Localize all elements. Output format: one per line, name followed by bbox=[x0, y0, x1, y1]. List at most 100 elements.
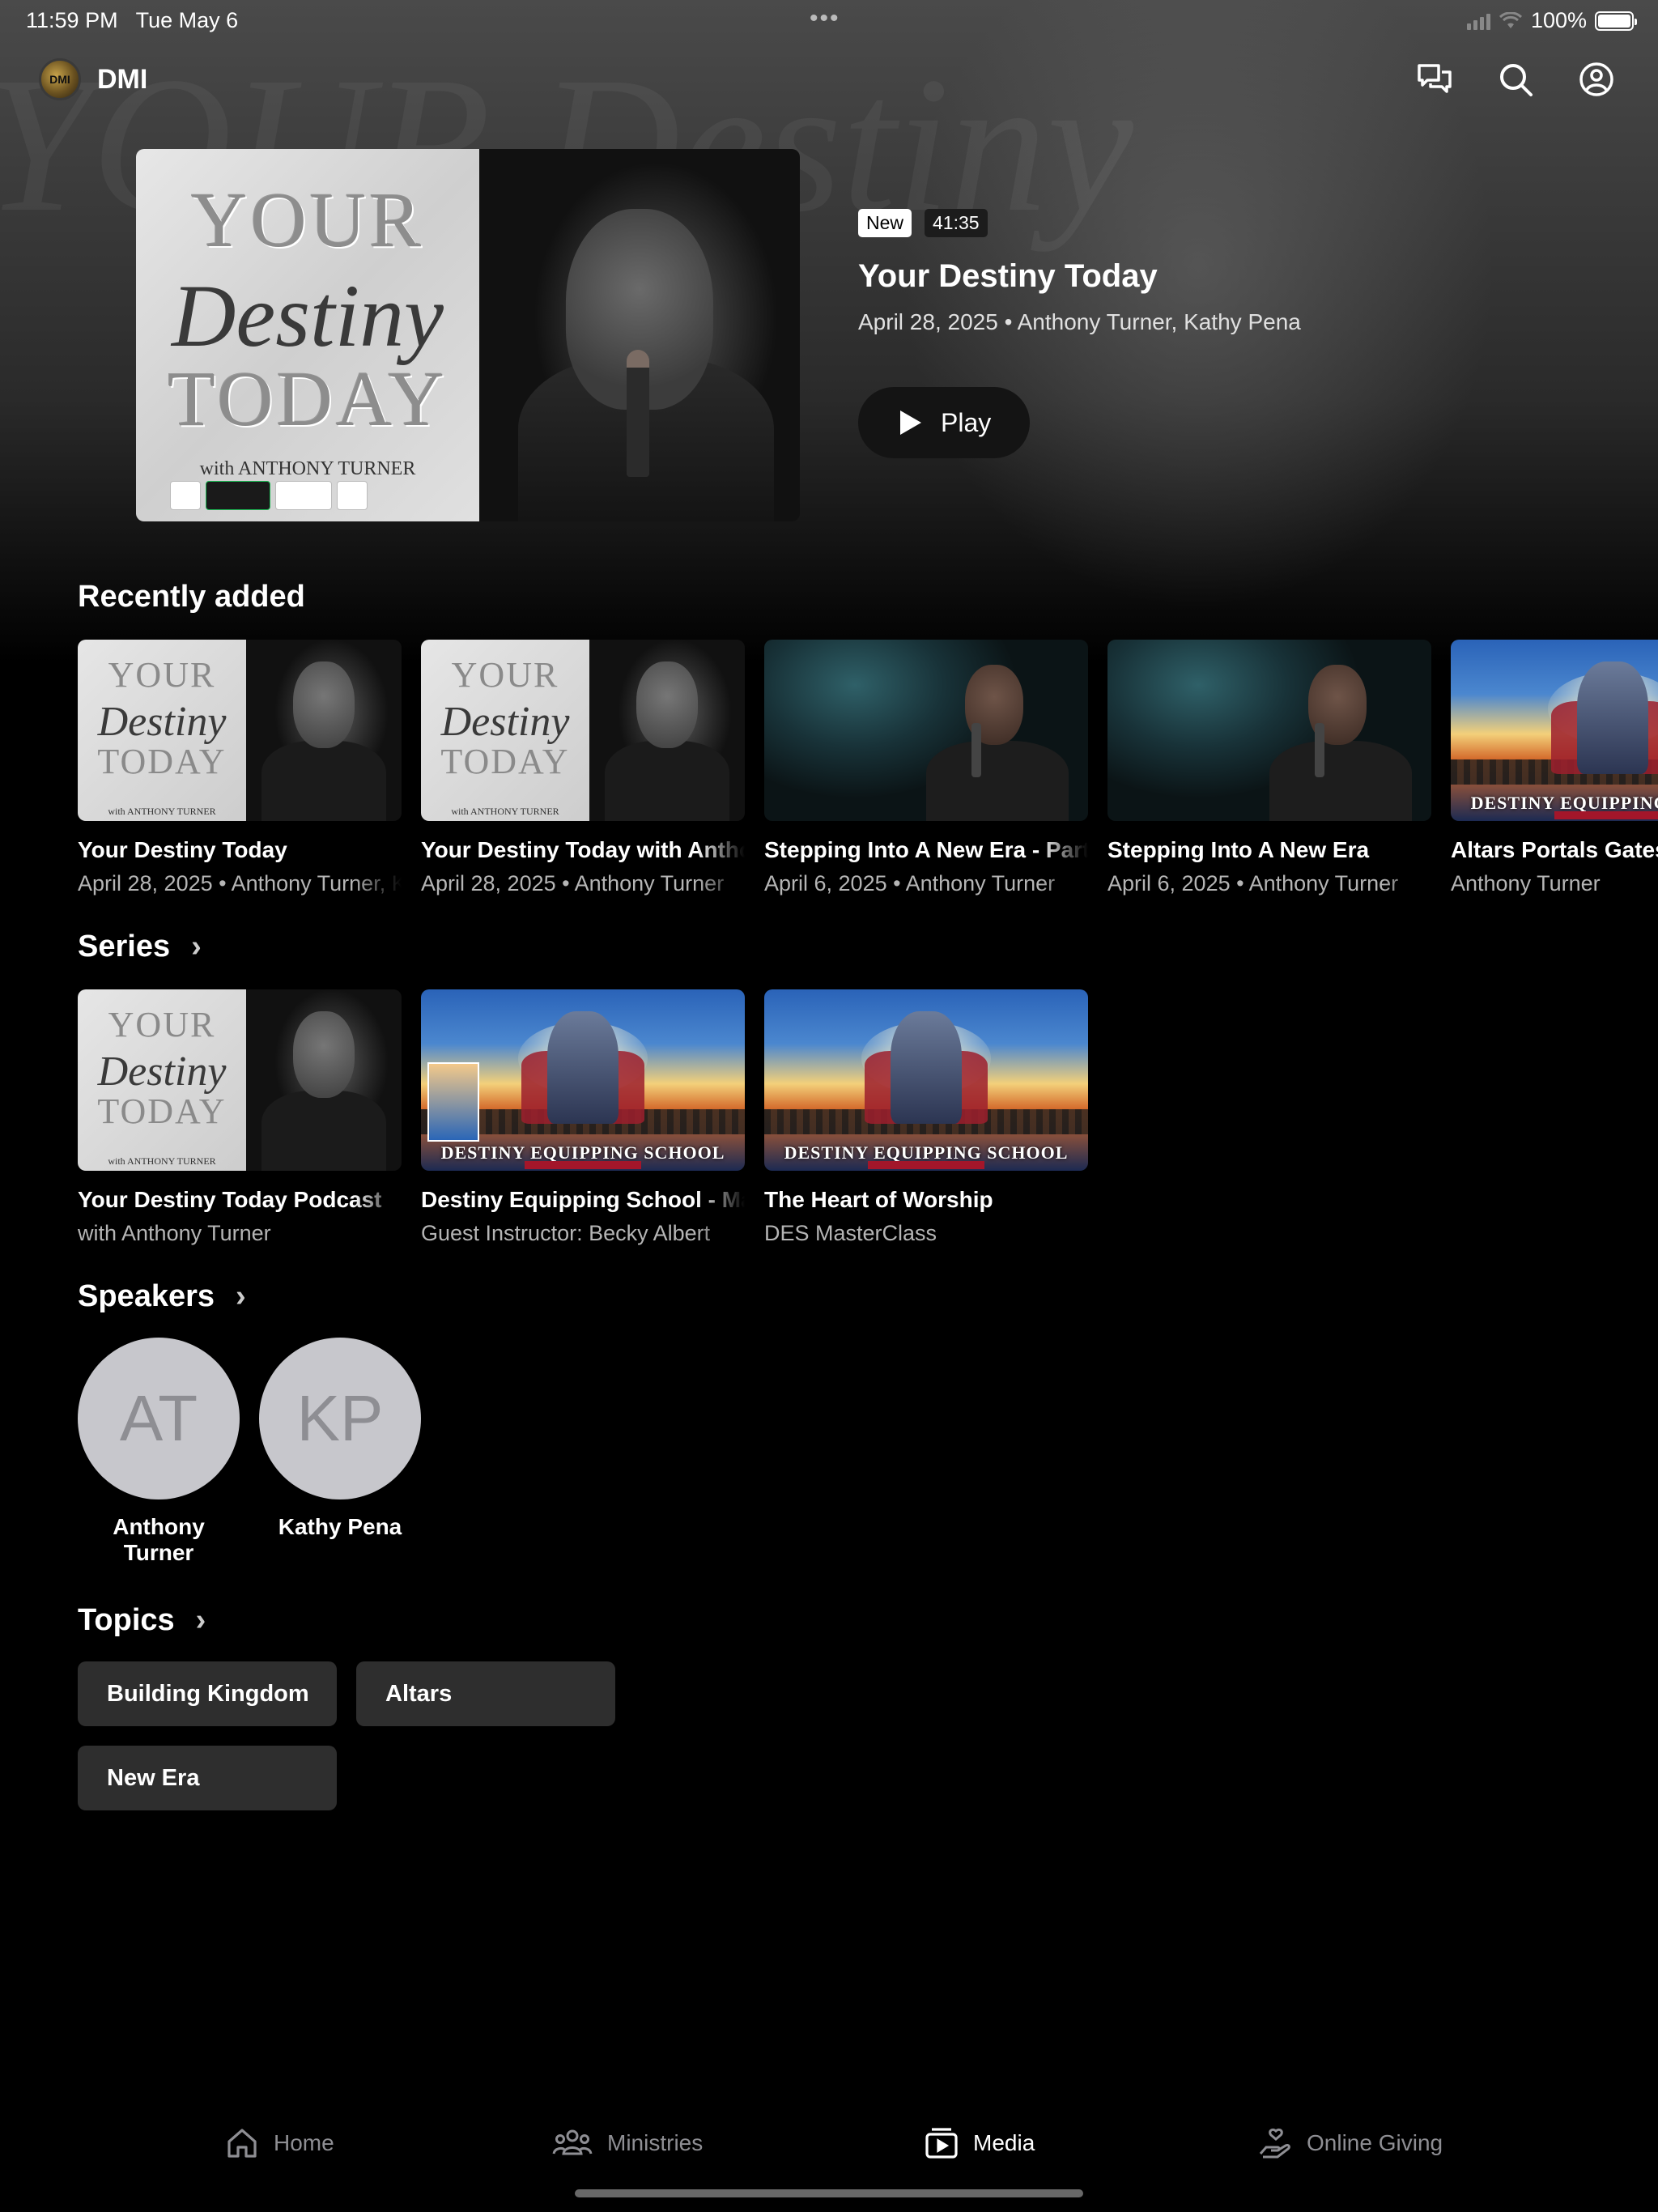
media-card[interactable]: DESTINY EQUIPPING SCHOOL Altars Portals … bbox=[1451, 640, 1658, 896]
media-title: Stepping Into A New Era - Part 2 bbox=[764, 837, 1088, 862]
series-title: Your Destiny Today Podcast bbox=[78, 1187, 382, 1212]
chevron-right-icon: › bbox=[236, 1279, 246, 1313]
media-page: YOUR Destiny 11:59 PM Tue May 6 ••• 100%… bbox=[0, 0, 1658, 2212]
tab-bar: Home Ministries Media Online Giving bbox=[0, 2105, 1658, 2194]
art-line-3: TODAY bbox=[168, 355, 448, 442]
speaker-item[interactable]: AT Anthony Turner bbox=[78, 1338, 240, 1566]
topic-altars[interactable]: Altars bbox=[356, 1661, 615, 1726]
chevron-right-icon: › bbox=[191, 929, 202, 963]
tab-label: Home bbox=[274, 2130, 334, 2155]
series-title: The Heart of Worship bbox=[764, 1187, 993, 1212]
series-subtitle: Guest Instructor: Becky Albert bbox=[421, 1221, 711, 1245]
search-button[interactable] bbox=[1493, 57, 1538, 102]
media-card[interactable]: Stepping Into A New Era April 6, 2025 • … bbox=[1107, 640, 1431, 896]
media-subtitle: April 28, 2025 • Anthony Turner, Kathy P… bbox=[78, 871, 402, 895]
featured-title: Your Destiny Today bbox=[858, 258, 1158, 294]
media-thumbnail bbox=[1107, 640, 1431, 821]
series-header[interactable]: Series › bbox=[78, 929, 202, 964]
chat-button[interactable] bbox=[1412, 57, 1457, 102]
avatar: KP bbox=[259, 1338, 421, 1499]
series-thumbnail: DESTINY EQUIPPING SCHOOL bbox=[421, 989, 745, 1171]
media-card[interactable]: YOUR Destiny TODAY with ANTHONY TURNER Your… bbox=[78, 640, 402, 896]
section-label: Series bbox=[78, 929, 171, 963]
tab-online-giving[interactable]: Online Giving bbox=[1258, 2126, 1443, 2160]
media-subtitle: April 28, 2025 • Anthony Turner bbox=[421, 871, 725, 895]
tab-label: Ministries bbox=[607, 2130, 704, 2155]
art-line-2: Destiny bbox=[171, 266, 444, 365]
recently-added-title: Recently added bbox=[78, 580, 305, 615]
status-time: 11:59 PM Tue May 6 bbox=[26, 8, 238, 33]
media-thumbnail: YOUR Destiny TODAY with ANTHONY TURNER bbox=[78, 640, 402, 821]
media-title: Your Destiny Today with Anthony Turner bbox=[421, 837, 745, 862]
tab-home[interactable]: Home bbox=[225, 2126, 334, 2160]
featured-info: New 41:35 Your Destiny Today April 28, 2… bbox=[858, 209, 1587, 458]
speaker-name: Kathy Pena bbox=[278, 1514, 402, 1539]
recently-added-row: YOUR Destiny TODAY with ANTHONY TURNER Your… bbox=[78, 640, 1658, 896]
home-indicator[interactable] bbox=[575, 2189, 1083, 2197]
speaker-name: Anthony Turner bbox=[113, 1514, 205, 1566]
header-actions bbox=[1412, 57, 1619, 102]
people-icon bbox=[552, 2129, 593, 2155]
media-thumbnail: DESTINY EQUIPPING SCHOOL bbox=[1451, 640, 1658, 821]
tab-media[interactable]: Media bbox=[925, 2126, 1035, 2160]
multitasking-dots[interactable]: ••• bbox=[810, 5, 840, 32]
series-title: Destiny Equipping School - Masterclass bbox=[421, 1187, 745, 1212]
tab-label: Media bbox=[973, 2130, 1035, 2155]
signal-icon bbox=[1466, 12, 1490, 30]
featured-meta: April 28, 2025 • Anthony Turner, Kathy P… bbox=[858, 309, 1301, 334]
media-card[interactable]: Stepping Into A New Era - Part 2 April 6… bbox=[764, 640, 1088, 896]
featured-artwork[interactable]: YOUR Destiny TODAY with ANTHONY TURNER bbox=[136, 149, 800, 521]
account-button[interactable] bbox=[1574, 57, 1619, 102]
series-card[interactable]: DESTINY EQUIPPING SCHOOL The Heart of Wo… bbox=[764, 989, 1088, 1246]
play-label: Play bbox=[941, 407, 992, 437]
media-card[interactable]: YOUR Destiny TODAY with ANTHONY TURNER Your… bbox=[421, 640, 745, 896]
play-button[interactable]: Play bbox=[858, 387, 1031, 458]
giving-icon bbox=[1259, 2128, 1290, 2159]
speakers-header[interactable]: Speakers › bbox=[78, 1279, 246, 1314]
media-title: Your Destiny Today bbox=[78, 837, 287, 862]
spotify-badge bbox=[206, 481, 271, 511]
art-with: with ANTHONY TURNER bbox=[199, 458, 416, 480]
home-icon bbox=[227, 2129, 257, 2158]
avatar: AT bbox=[78, 1338, 240, 1499]
tab-label: Online Giving bbox=[1307, 2130, 1443, 2155]
speaker-item[interactable]: KP Kathy Pena bbox=[259, 1338, 421, 1566]
apple-podcasts-badge bbox=[275, 481, 333, 511]
search-icon bbox=[1500, 64, 1533, 96]
media-subtitle: April 6, 2025 • Anthony Turner bbox=[764, 871, 1056, 895]
media-subtitle: Anthony Turner bbox=[1451, 871, 1601, 895]
media-subtitle: April 6, 2025 • Anthony Turner bbox=[1107, 871, 1399, 895]
series-thumbnail: YOUR Destiny TODAY with ANTHONY TURNER bbox=[78, 989, 402, 1171]
artwork-title-panel: YOUR Destiny TODAY with ANTHONY TURNER bbox=[136, 149, 479, 521]
duration-badge: 41:35 bbox=[925, 209, 988, 237]
chat-icon bbox=[1418, 64, 1452, 93]
media-icon bbox=[925, 2128, 958, 2159]
chevron-right-icon: › bbox=[195, 1603, 206, 1637]
topics-grid: Building Kingdom Altars New Era bbox=[78, 1661, 615, 1810]
brand-name: DMI bbox=[97, 63, 148, 95]
series-card[interactable]: YOUR Destiny TODAY with ANTHONY TURNER Your… bbox=[78, 989, 402, 1246]
topic-building-kingdom[interactable]: Building Kingdom bbox=[78, 1661, 337, 1726]
brand-logo: DMI bbox=[39, 58, 81, 100]
iheart-badge bbox=[337, 481, 368, 511]
date: Tue May 6 bbox=[135, 8, 239, 32]
series-card[interactable]: DESTINY EQUIPPING SCHOOL Destiny Equippi… bbox=[421, 989, 745, 1246]
tab-ministries[interactable]: Ministries bbox=[552, 2126, 703, 2160]
series-thumbnail: DESTINY EQUIPPING SCHOOL bbox=[764, 989, 1088, 1171]
app-header: DMI DMI bbox=[39, 53, 1619, 105]
media-title: Altars Portals Gates bbox=[1451, 837, 1658, 862]
topic-new-era[interactable]: New Era bbox=[78, 1746, 337, 1810]
featured-badges: New 41:35 bbox=[858, 209, 1587, 237]
media-thumbnail bbox=[764, 640, 1088, 821]
clock: 11:59 PM bbox=[26, 8, 118, 32]
status-indicators: 100% bbox=[1466, 8, 1637, 33]
series-subtitle: with Anthony Turner bbox=[78, 1221, 271, 1245]
topics-header[interactable]: Topics › bbox=[78, 1603, 206, 1638]
brand[interactable]: DMI DMI bbox=[39, 58, 147, 100]
battery-percent: 100% bbox=[1530, 8, 1587, 32]
wifi-icon bbox=[1499, 11, 1522, 28]
section-label: Recently added bbox=[78, 580, 305, 614]
art-line-1: YOUR bbox=[190, 177, 424, 264]
media-title: Stepping Into A New Era bbox=[1107, 837, 1370, 862]
play-icon bbox=[900, 410, 921, 435]
